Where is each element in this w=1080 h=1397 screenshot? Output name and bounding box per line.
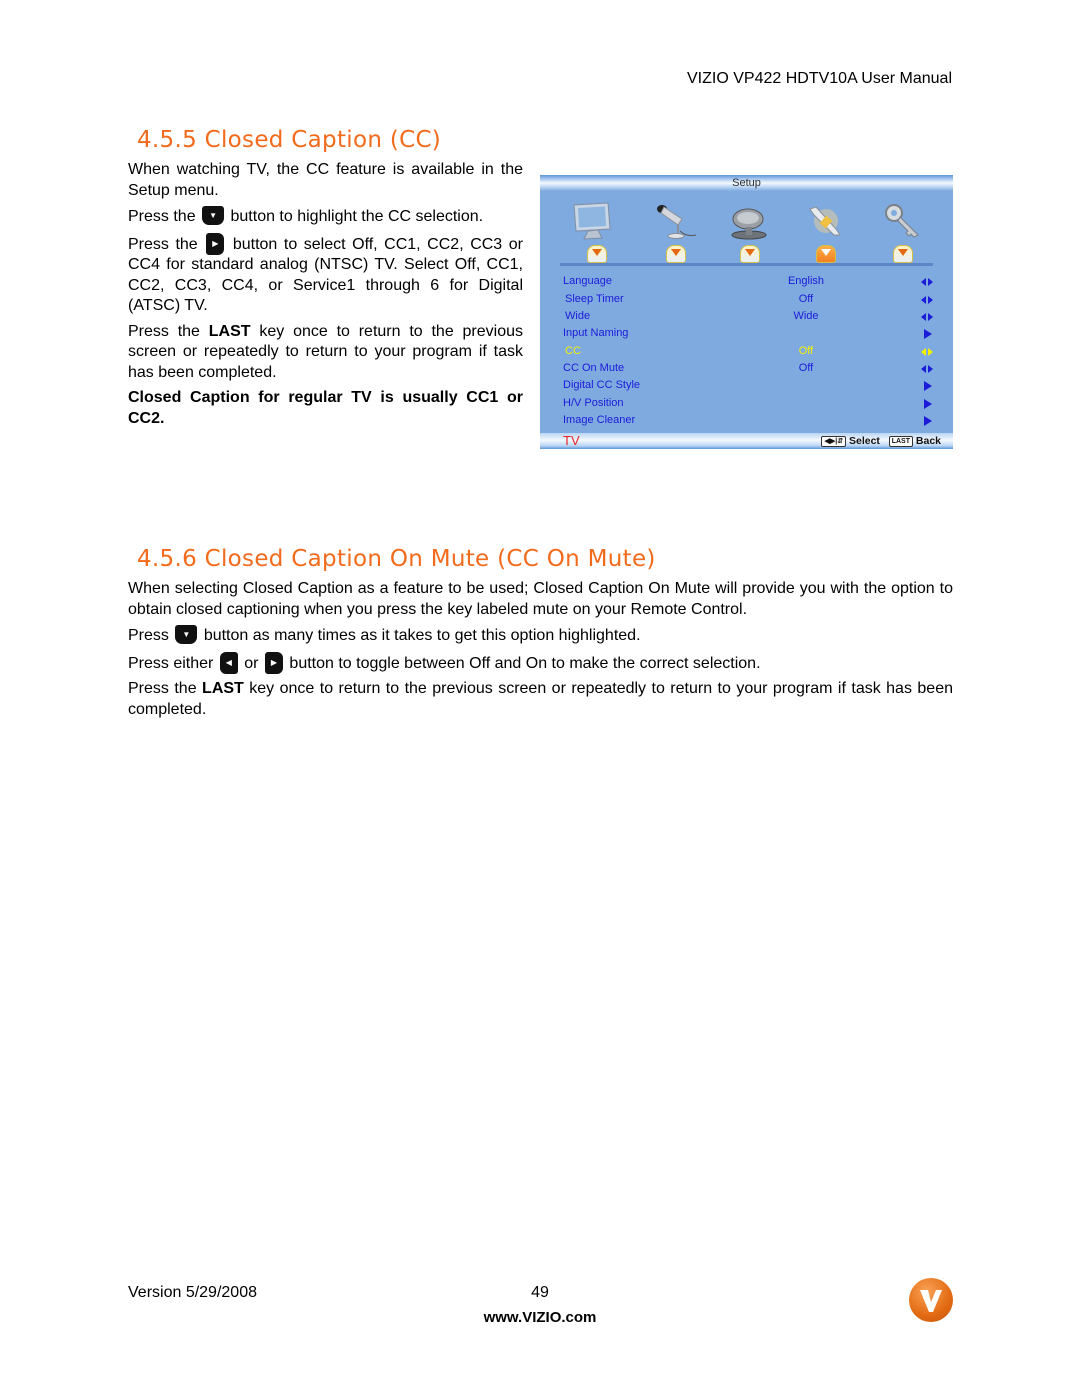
osd-menu-item[interactable]: Digital CC Style	[540, 379, 953, 396]
section-456-heading: 4.5.6 Closed Caption On Mute (CC On Mute…	[137, 546, 656, 572]
right-button-icon: ▶	[206, 232, 225, 255]
osd-source-label: TV	[563, 433, 580, 448]
osd-hint-back: Back	[915, 435, 941, 447]
down-button-icon: ▼	[175, 625, 198, 644]
right-arrow-icon[interactable]	[921, 399, 933, 409]
osd-item-label: Image Cleaner	[563, 414, 636, 426]
key-icon[interactable]	[880, 201, 926, 241]
osd-category-icons	[540, 197, 953, 267]
osd-menu-item[interactable]: CC Off	[540, 345, 953, 362]
osd-item-value: Off	[798, 362, 814, 374]
manual-title: VIZIO VP422 HDTV10A User Manual	[687, 70, 952, 87]
down-button-icon: ▼	[202, 206, 225, 225]
section-455-para1: When watching TV, the CC feature is avai…	[128, 161, 523, 199]
osd-item-label: Language	[563, 275, 612, 287]
left-right-arrow-icon[interactable]	[921, 295, 933, 305]
osd-item-label: Digital CC Style	[563, 379, 641, 391]
section-456-para2: Press ▼ button as many times as it takes…	[128, 625, 641, 644]
right-arrow-icon[interactable]	[921, 329, 933, 339]
monitor-icon[interactable]	[570, 201, 616, 241]
right-arrow-icon[interactable]	[921, 381, 933, 391]
osd-menu-item[interactable]: Input Naming	[540, 327, 953, 344]
setup-menu-osd: Setup Language English Sleep Timer Off W…	[540, 175, 953, 449]
left-right-arrow-icon[interactable]	[921, 312, 933, 322]
satellite-dish-icon[interactable]	[726, 201, 772, 241]
section-456-para3: Press either ◀ or ▶ button to toggle bet…	[128, 651, 953, 675]
osd-item-label: Input Naming	[563, 327, 629, 339]
left-right-arrow-icon[interactable]	[921, 364, 933, 374]
osd-menu-item[interactable]: Language English	[540, 275, 953, 292]
section-455-heading: 4.5.5 Closed Caption (CC)	[137, 127, 442, 153]
section-455-para3: Press the ▶ button to select Off, CC1, C…	[128, 232, 523, 317]
osd-tab-tv[interactable]	[740, 245, 760, 263]
osd-item-label: Sleep Timer	[565, 293, 624, 305]
section-456-para4: Press the LAST key once to return to the…	[128, 680, 953, 718]
left-right-arrow-icon[interactable]	[921, 347, 933, 357]
osd-tab-setup[interactable]	[816, 245, 836, 263]
right-button-icon: ▶	[264, 651, 283, 674]
left-button-icon: ◀	[219, 651, 238, 674]
section-455-para2: Press the ▼ button to highlight the CC s…	[128, 206, 484, 225]
osd-item-label: H/V Position	[563, 397, 624, 409]
section-455-body: When watching TV, the CC feature is avai…	[128, 160, 523, 429]
last-key-icon: LAST	[888, 436, 913, 447]
osd-divider	[560, 263, 933, 266]
section-455-note: Closed Caption for regular TV is usually…	[128, 389, 523, 427]
osd-item-value: English	[787, 275, 825, 287]
navigate-keys-icon: ◀▶|⇵	[821, 436, 847, 447]
last-key-label: LAST	[202, 680, 244, 697]
osd-tab-picture[interactable]	[587, 245, 607, 263]
right-arrow-icon[interactable]	[921, 416, 933, 426]
osd-item-label: CC On Mute	[563, 362, 625, 374]
osd-item-value: Off	[798, 293, 814, 305]
osd-status-bar: TV ◀▶|⇵ Select LAST Back	[540, 433, 953, 449]
microphone-icon[interactable]	[652, 201, 698, 241]
osd-menu-item[interactable]: H/V Position	[540, 397, 953, 414]
left-right-arrow-icon[interactable]	[921, 277, 933, 287]
osd-menu-item[interactable]: Sleep Timer Off	[540, 293, 953, 310]
osd-title: Setup	[732, 177, 761, 189]
section-455-para4: Press the LAST key once to return to the…	[128, 322, 523, 381]
osd-item-value: Off	[798, 345, 814, 357]
osd-hint-select: Select	[848, 435, 880, 447]
osd-hints: ◀▶|⇵ Select LAST Back	[821, 435, 941, 447]
vizio-logo-icon	[909, 1278, 953, 1322]
wrench-icon[interactable]	[802, 201, 848, 241]
osd-item-value: Wide	[793, 310, 819, 322]
osd-item-label: Wide	[565, 310, 591, 322]
osd-menu-item[interactable]: CC On Mute Off	[540, 362, 953, 379]
section-456-body: When selecting Closed Caption as a featu…	[128, 579, 953, 720]
osd-menu-item[interactable]: Wide Wide	[540, 310, 953, 327]
osd-tab-audio[interactable]	[666, 245, 686, 263]
osd-menu-item[interactable]: Image Cleaner	[540, 414, 953, 431]
last-key-label: LAST	[208, 322, 251, 340]
osd-item-label: CC	[565, 345, 581, 357]
osd-title-bar: Setup	[540, 175, 953, 191]
section-456-para1: When selecting Closed Caption as a featu…	[128, 580, 953, 618]
osd-tab-parental[interactable]	[893, 245, 913, 263]
